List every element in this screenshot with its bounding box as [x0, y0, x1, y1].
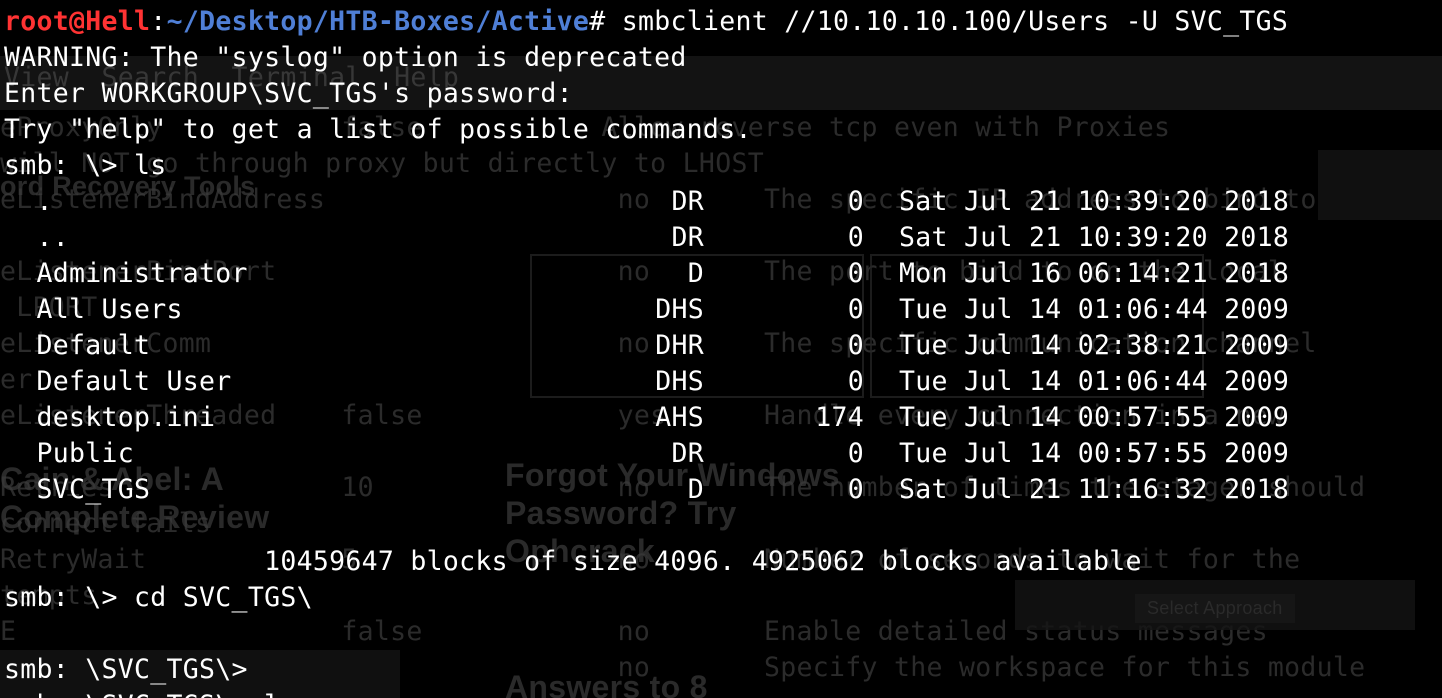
listing-attr: DR — [671, 438, 704, 469]
listing-date: Tue Jul 14 00:57:55 2009 — [899, 402, 1290, 433]
terminal-window[interactable]: View Search Terminal Help eProxyOnly fal… — [0, 0, 1442, 698]
listing-row: SVC_TGS D 0 Sat Jul 21 11:16:32 2018 — [4, 472, 1289, 508]
listing-date: Tue Jul 14 01:06:44 2009 — [899, 366, 1290, 397]
listing-size: 0 — [847, 222, 864, 253]
terminal-output: root@Hell:~/Desktop/HTB-Boxes/Active# sm… — [4, 4, 1289, 698]
listing-row: desktop.ini AHS 174 Tue Jul 14 00:57:55 20… — [4, 400, 1289, 436]
ls-prompt-line: smb: \> ls — [4, 150, 167, 181]
listing-name: Default User — [4, 366, 232, 397]
ghost-panel — [1318, 150, 1442, 220]
listing-date: Sat Jul 21 11:16:32 2018 — [899, 474, 1290, 505]
help-hint-line: Try "help" to get a list of possible com… — [4, 114, 752, 145]
listing-name: . — [4, 186, 53, 217]
listing-row: All Users DHS 0 Tue Jul 14 01:06:44 2009 — [4, 292, 1289, 328]
listing-name: Default — [4, 330, 151, 361]
listing-size: 0 — [847, 330, 864, 361]
listing-row: Default User DHS 0 Tue Jul 14 01:06:44 200… — [4, 364, 1289, 400]
partial-prompt-line[interactable]: smb: \SVC_TGS\> l — [4, 688, 1289, 698]
listing-attr: D — [687, 258, 704, 289]
listing-size: 0 — [847, 474, 864, 505]
listing-size: 0 — [847, 366, 864, 397]
listing-date: Mon Jul 16 06:14:21 2018 — [899, 258, 1290, 289]
listing-size: 0 — [847, 186, 864, 217]
listing-name: Public — [4, 438, 135, 469]
prompt-hash: # — [589, 6, 606, 37]
svc-prompt-line: smb: \SVC_TGS\> — [4, 654, 248, 685]
listing-name: SVC_TGS — [4, 474, 151, 505]
listing-name: .. — [4, 222, 70, 253]
prompt-path: ~/Desktop/HTB-Boxes/Active — [166, 6, 590, 37]
prompt-colon: : — [150, 6, 167, 37]
listing-size: 0 — [847, 258, 864, 289]
listing-size: 0 — [847, 294, 864, 325]
listing-date: Tue Jul 14 01:06:44 2009 — [899, 294, 1290, 325]
listing-date: Tue Jul 14 00:57:55 2009 — [899, 438, 1290, 469]
prompt-user-host: root@Hell — [4, 6, 151, 37]
listing-attr: D — [687, 474, 704, 505]
command-text: smbclient //10.10.10.100/Users -U SVC_TG… — [605, 6, 1289, 37]
listing-row: .. DR 0 Sat Jul 21 10:39:20 2018 — [4, 220, 1289, 256]
listing-row: Default DHR 0 Tue Jul 14 02:38:21 2009 — [4, 328, 1289, 364]
listing-name: desktop.ini — [4, 402, 216, 433]
listing-attr: DR — [671, 222, 704, 253]
listing-attr: DHS — [655, 294, 704, 325]
listing-size: 0 — [847, 438, 864, 469]
command-line: root@Hell:~/Desktop/HTB-Boxes/Active# sm… — [4, 4, 1289, 40]
listing-attr: DHS — [655, 366, 704, 397]
listing-name: All Users — [4, 294, 183, 325]
listing-size: 174 — [815, 402, 864, 433]
cd-prompt-line: smb: \> cd SVC_TGS\ — [4, 582, 313, 613]
warning-line: WARNING: The "syslog" option is deprecat… — [4, 42, 687, 73]
listing-date: Tue Jul 14 02:38:21 2009 — [899, 330, 1290, 361]
listing-attr: DHR — [655, 330, 704, 361]
listing-attr: AHS — [655, 402, 704, 433]
listing-date: Sat Jul 21 10:39:20 2018 — [899, 222, 1290, 253]
listing-row: Administrator D 0 Mon Jul 16 06:14:21 2018 — [4, 256, 1289, 292]
listing-row: Public DR 0 Tue Jul 14 00:57:55 2009 — [4, 436, 1289, 472]
listing-date: Sat Jul 21 10:39:20 2018 — [899, 186, 1290, 217]
listing-name: Administrator — [4, 258, 248, 289]
blocks-available-line: 10459647 blocks of size 4096. 4925062 bl… — [4, 546, 1142, 577]
listing-attr: DR — [671, 186, 704, 217]
listing-row: . DR 0 Sat Jul 21 10:39:20 2018 — [4, 184, 1289, 220]
password-prompt-line: Enter WORKGROUP\SVC_TGS's password: — [4, 78, 573, 109]
